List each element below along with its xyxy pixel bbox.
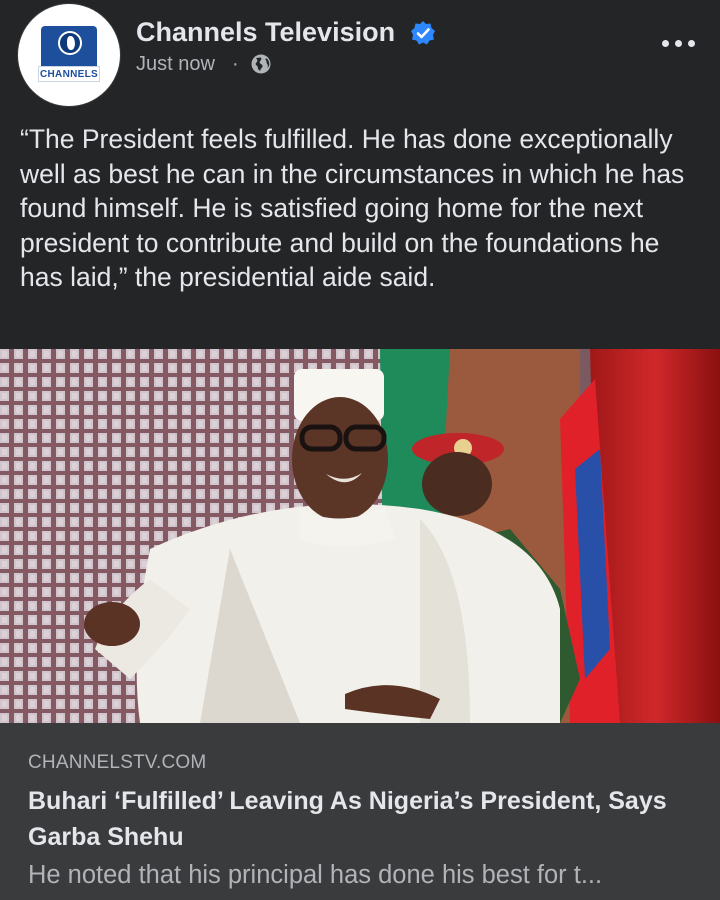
logo-text: CHANNELS (38, 66, 100, 82)
logo-globe-icon (58, 31, 82, 55)
post-header: CHANNELS Channels Television Just now · (0, 0, 720, 110)
post-text: “The President feels fulfilled. He has d… (20, 124, 685, 293)
link-domain: CHANNELSTV.COM (28, 752, 207, 773)
link-title[interactable]: Buhari ‘Fulfilled’ Leaving As Nigeria’s … (28, 783, 688, 855)
more-dot-icon (675, 40, 682, 47)
more-options-button[interactable] (656, 28, 702, 58)
link-preview-card[interactable]: CHANNELSTV.COM Buhari ‘Fulfilled’ Leavin… (0, 723, 720, 900)
photo-illustration (0, 349, 720, 723)
page-avatar[interactable]: CHANNELS (18, 4, 120, 106)
more-dot-icon (662, 40, 669, 47)
post-photo[interactable] (0, 349, 720, 723)
meta-separator: · (232, 53, 239, 75)
post-timestamp[interactable]: Just now (136, 52, 215, 76)
page-name-link[interactable]: Channels Television (136, 16, 395, 48)
globe-icon (251, 54, 271, 74)
link-description: He noted that his principal has done his… (28, 861, 603, 889)
verified-badge-icon (411, 21, 435, 45)
more-dot-icon (688, 40, 695, 47)
